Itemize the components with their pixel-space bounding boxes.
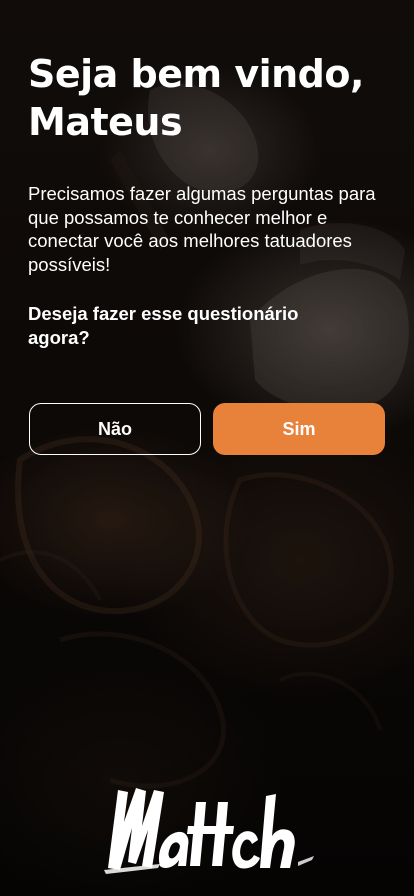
yes-button[interactable]: Sim: [213, 403, 385, 455]
welcome-title: Seja bem vindo, Mateus: [28, 52, 364, 144]
questionnaire-prompt: Deseja fazer esse questionário agora?: [28, 303, 299, 348]
mattch-logo: [102, 782, 316, 874]
no-button[interactable]: Não: [29, 403, 201, 455]
welcome-screen: Seja bem vindo, Mateus Precisamos fazer …: [0, 0, 414, 896]
welcome-intro-text: Precisamos fazer algumas perguntas para …: [28, 183, 376, 275]
